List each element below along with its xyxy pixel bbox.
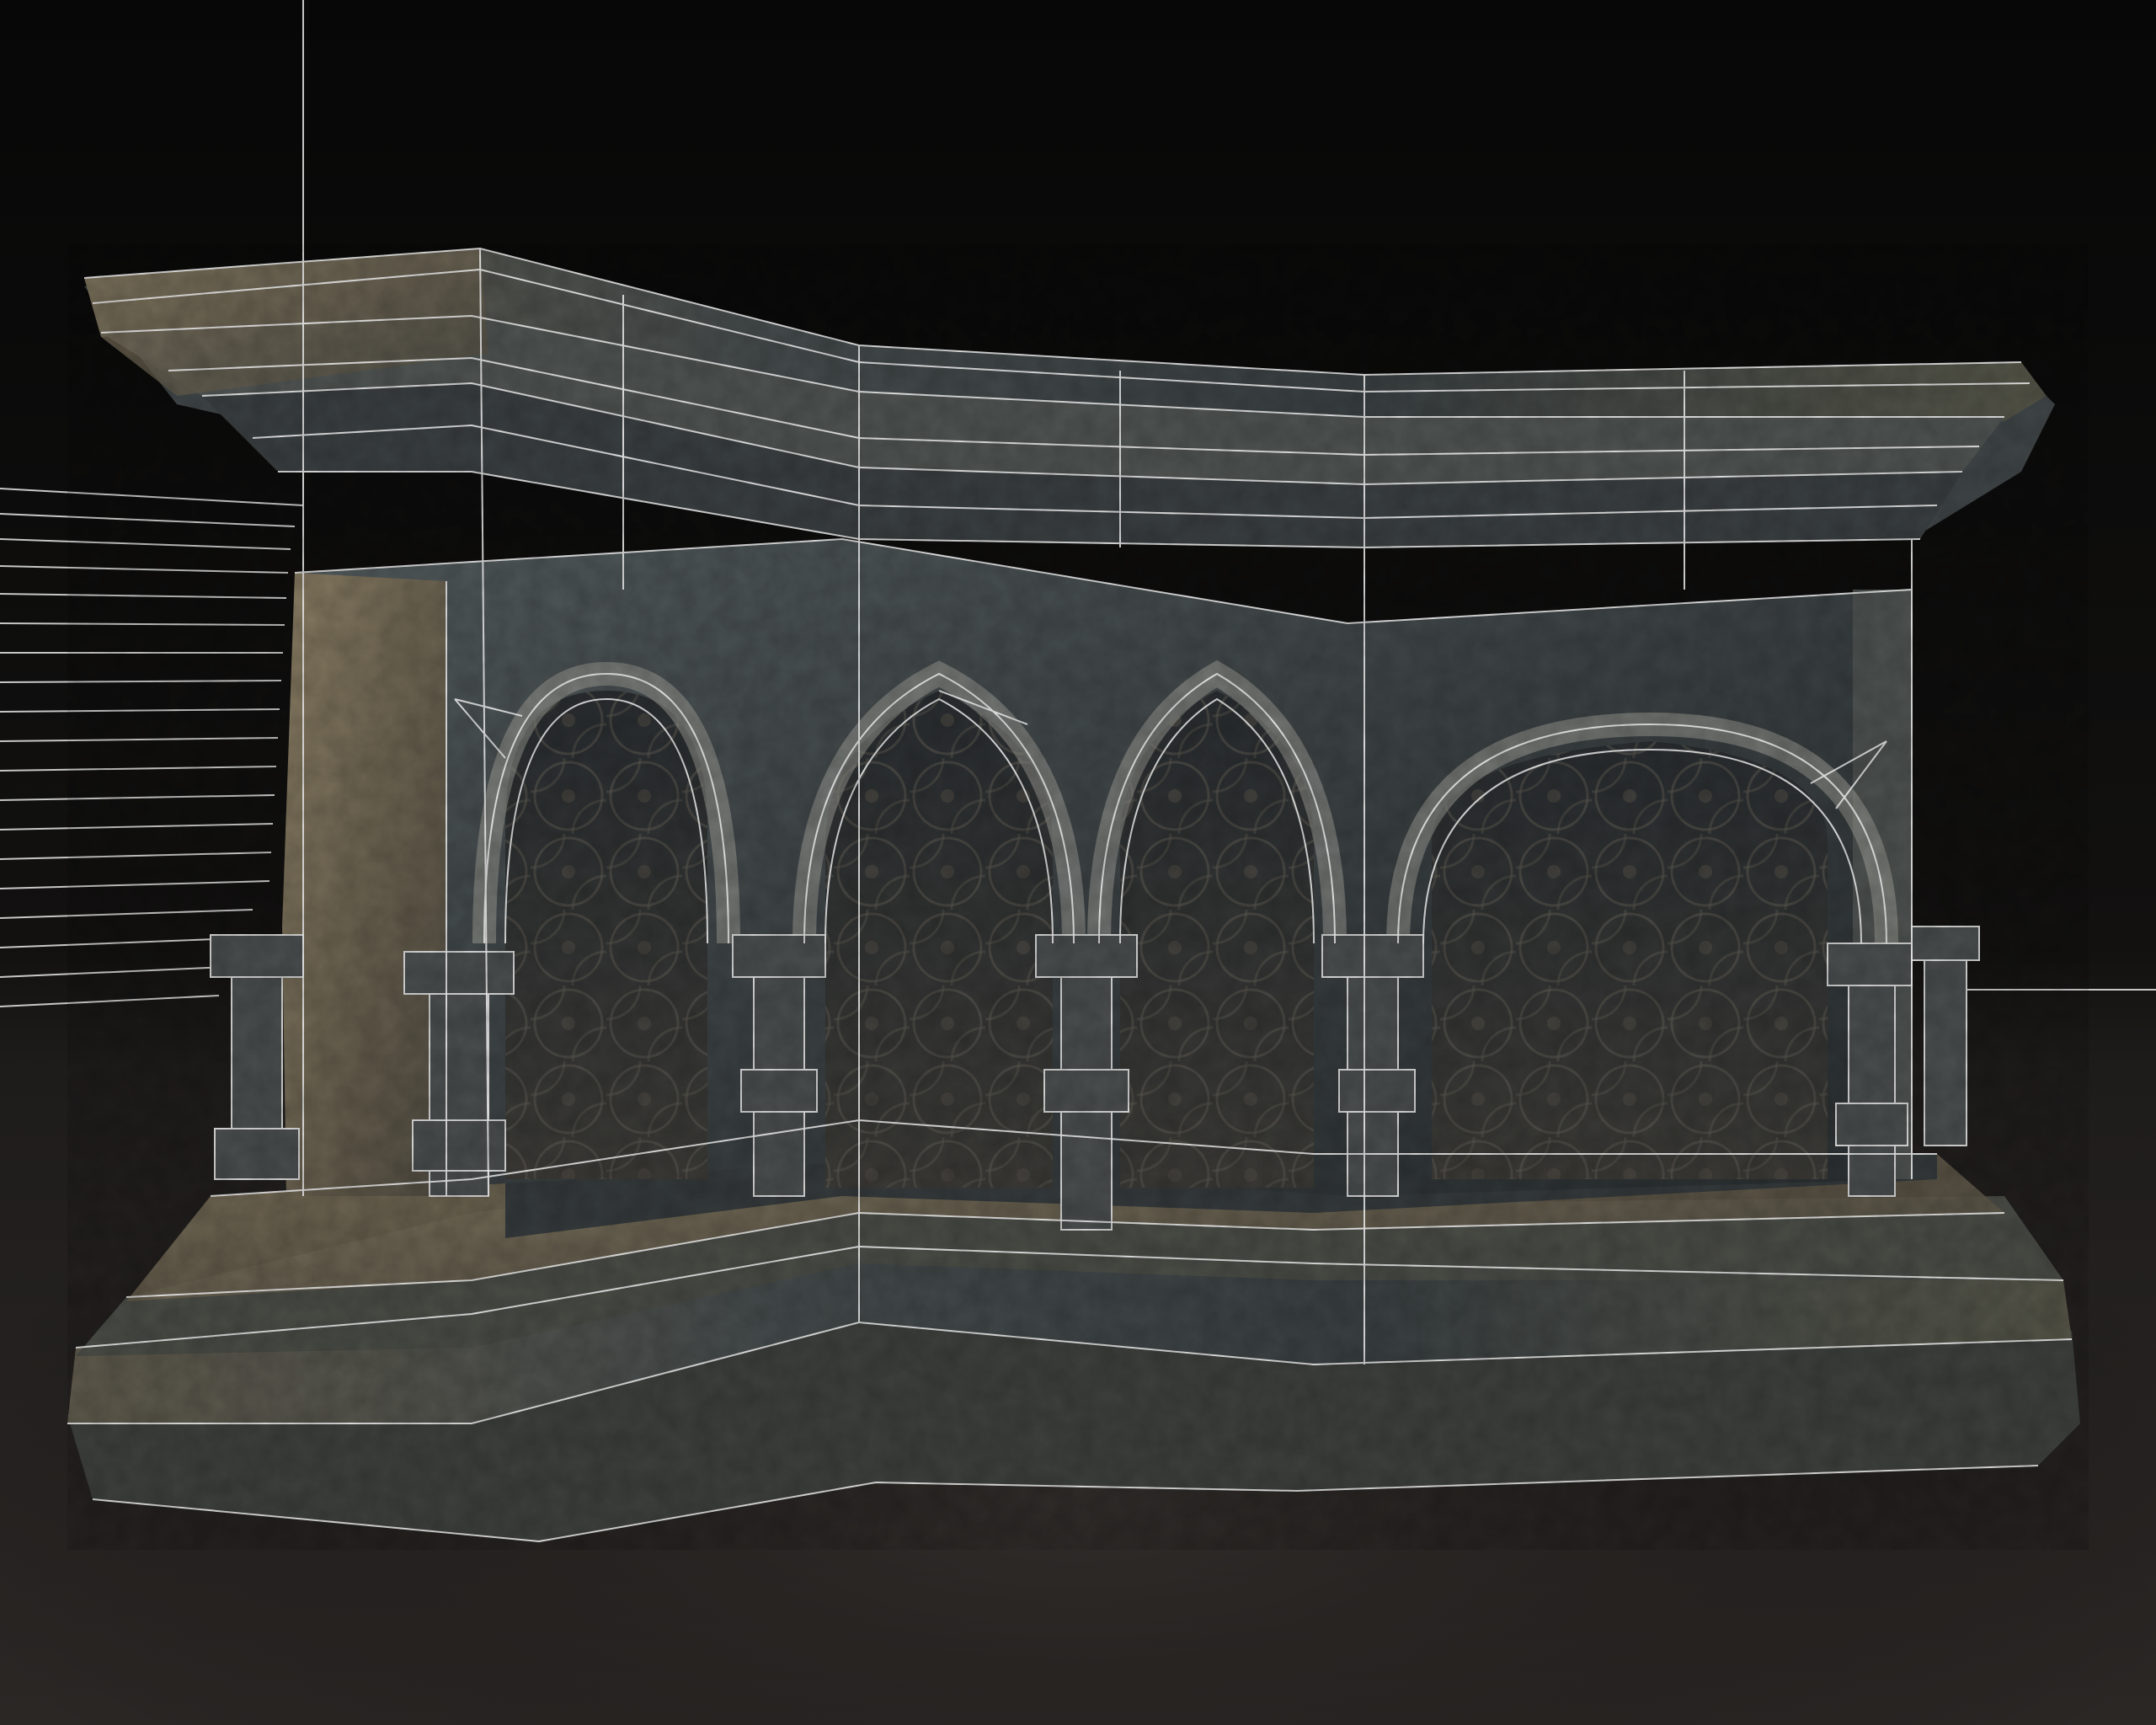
stone-grain — [67, 244, 2089, 1550]
altar-model — [67, 244, 2089, 1550]
render-viewport — [0, 0, 2156, 1725]
